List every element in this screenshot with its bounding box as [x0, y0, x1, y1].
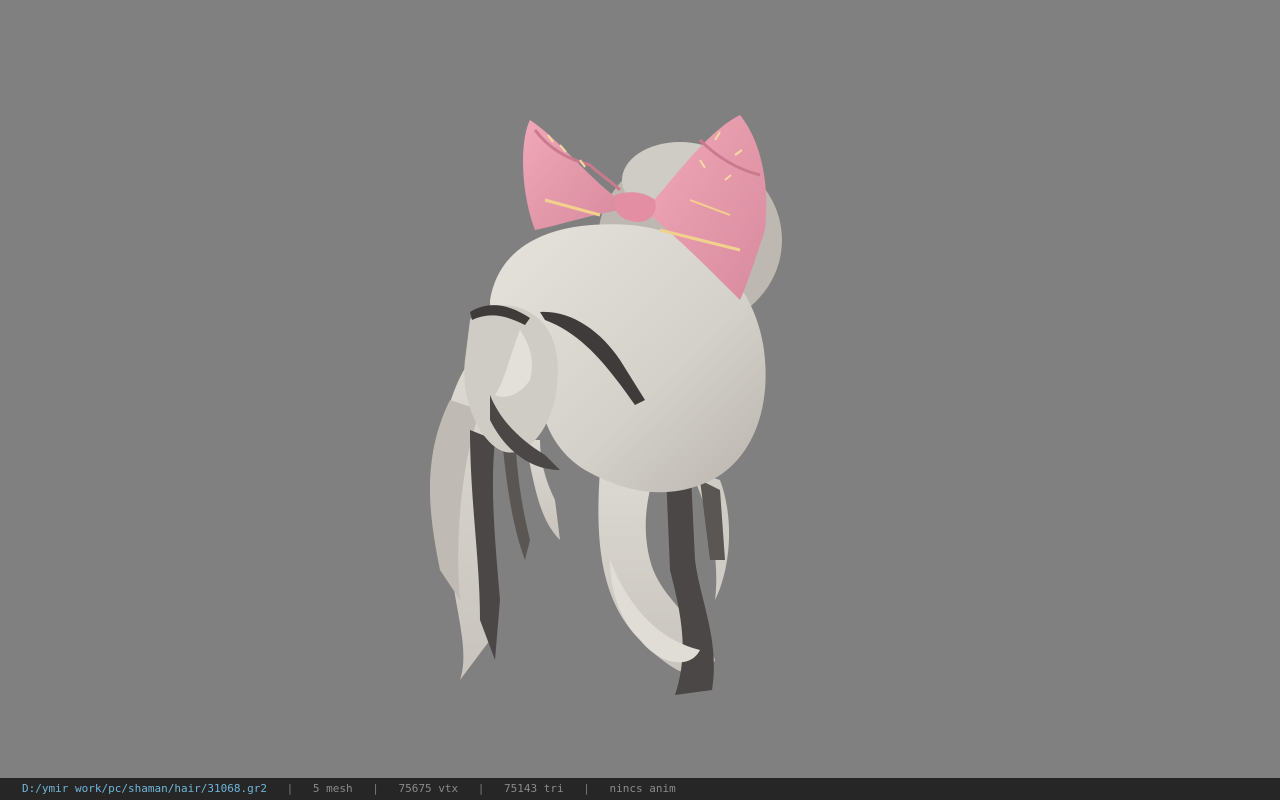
separator: |	[583, 782, 590, 795]
separator: |	[372, 782, 379, 795]
triangle-count: 75143 tri	[504, 782, 564, 795]
status-bar: D:/ymir work/pc/shaman/hair/31068.gr2 | …	[0, 778, 1280, 800]
vertex-count: 75675 vtx	[398, 782, 459, 795]
separator: |	[286, 782, 294, 795]
separator: |	[477, 782, 485, 795]
3d-viewport[interactable]	[0, 0, 1280, 778]
mesh-count: 5 mesh	[312, 782, 353, 795]
file-path: D:/ymir work/pc/shaman/hair/31068.gr2	[22, 782, 268, 795]
hair-model[interactable]	[0, 0, 1280, 778]
animation-status: nincs anim	[609, 782, 676, 795]
